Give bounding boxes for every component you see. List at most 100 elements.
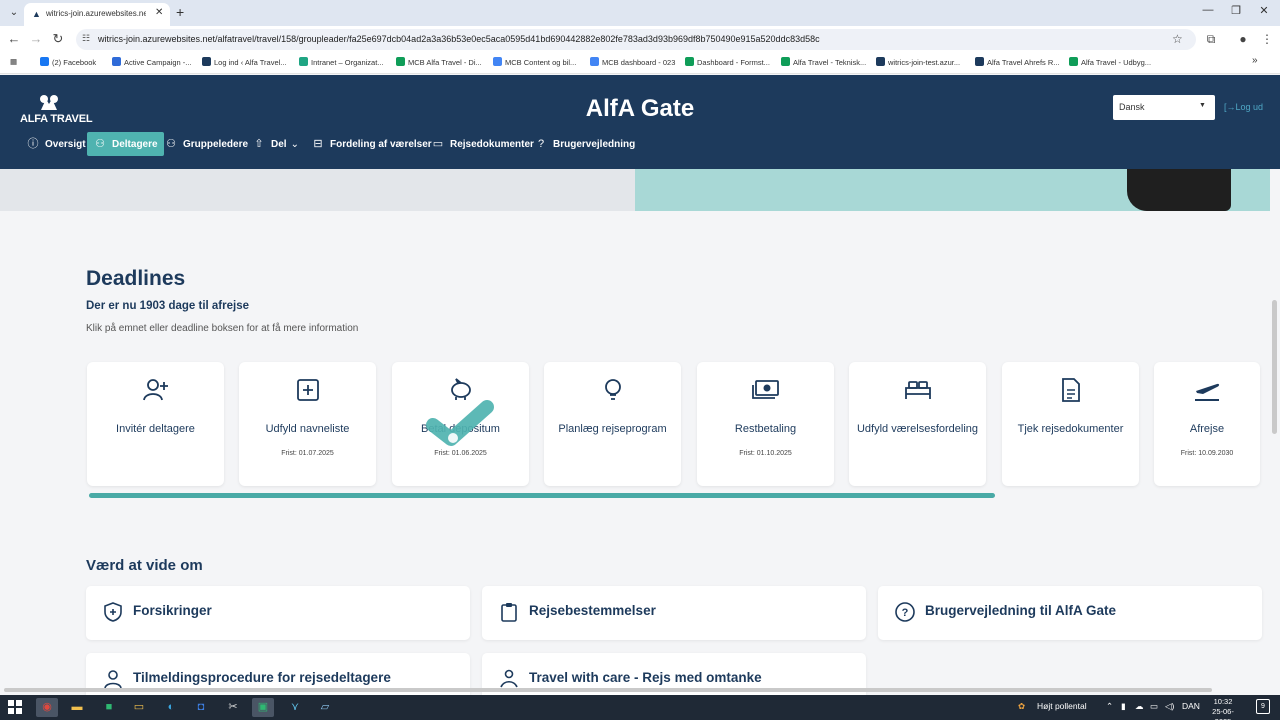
app-green-icon[interactable]: ■ — [98, 698, 120, 717]
outlook-app-icon[interactable]: ◘ — [190, 698, 212, 717]
chrome-app-icon[interactable]: ◉ — [36, 698, 58, 717]
bookmark-item[interactable]: Alfa Travel - Udbyg... — [1069, 57, 1151, 67]
extensions-icon[interactable]: ⧉ — [1203, 32, 1219, 46]
snipping-app-icon[interactable]: ✂ — [222, 698, 244, 717]
deadline-date: Frist: 01.06.2025 — [434, 450, 487, 457]
browser-menu-icon[interactable]: ⋮ — [1259, 32, 1275, 46]
bookmark-favicon-icon — [876, 57, 885, 66]
share-icon: ⇧ — [254, 138, 264, 150]
restore-icon[interactable]: ❐ — [1226, 4, 1246, 17]
tray-expand-icon[interactable]: ⌃ — [1106, 701, 1113, 712]
nav-item-del[interactable]: ⇧ Del ⌄ — [252, 132, 299, 156]
excel-app-icon[interactable]: ▣ — [252, 698, 274, 717]
reload-icon[interactable]: ↻ — [50, 31, 66, 47]
bookmark-label: Alfa Travel Ahrefs R... — [987, 58, 1060, 67]
bookmark-favicon-icon — [299, 57, 308, 66]
deadline-card[interactable]: Afrejse Frist: 10.09.2030 — [1154, 362, 1260, 486]
forward-arrow-icon[interactable]: → — [28, 31, 44, 47]
bookmark-item[interactable]: Alfa Travel - Teknisk... — [781, 57, 866, 67]
bookmark-item[interactable]: Intranet – Organizat... — [299, 57, 384, 67]
bookmark-item[interactable]: (2) Facebook — [40, 57, 96, 67]
bookmark-label: Dashboard - Formst... — [697, 58, 770, 67]
profile-avatar-icon[interactable]: ● — [1235, 32, 1251, 46]
info-card-label: Forsikringer — [133, 603, 212, 618]
nav-item-rejsedokumenter[interactable]: ▭ Rejsedokumenter — [431, 132, 534, 156]
address-bar[interactable]: ☷ witrics-join.azurewebsites.net/alfatra… — [76, 29, 1196, 50]
url-text: witrics-join.azurewebsites.net/alfatrave… — [98, 34, 820, 44]
bookmark-item[interactable]: MCB Alfa Travel - Di... — [396, 57, 482, 67]
deadline-card[interactable]: Planlæg rejseprogram — [544, 362, 681, 486]
care-icon — [500, 669, 518, 688]
bookmark-favicon-icon — [975, 57, 984, 66]
completed-check-icon — [426, 400, 494, 446]
deadline-card[interactable]: Tjek rejsedokumenter — [1002, 362, 1139, 486]
alfa-travel-logo[interactable]: ALFA TRAVEL — [20, 94, 93, 128]
bookmark-item[interactable]: Log ind ‹ Alfa Travel... — [202, 57, 287, 67]
bookmark-item[interactable]: Dashboard - Formst... — [685, 57, 770, 67]
nav-label: Del — [271, 139, 287, 150]
clock-time: 10:32 — [1213, 697, 1233, 706]
file-explorer-icon[interactable]: ▬ — [66, 698, 88, 717]
bookmark-item[interactable]: witrics-join-test.azur... — [876, 57, 960, 67]
bookmark-star-icon[interactable]: ☆ — [1172, 32, 1183, 46]
horizontal-scrollbar[interactable] — [4, 688, 1212, 692]
nav-item-oversigt[interactable]: ⓘ Oversigt — [26, 132, 86, 156]
nav-item-deltagere[interactable]: ⚇ Deltagere — [87, 132, 164, 156]
remote-desktop-icon[interactable]: ▱ — [314, 698, 336, 717]
language-value: Dansk — [1119, 102, 1145, 112]
edge-app-icon[interactable]: ◐ — [160, 698, 182, 717]
network-icon[interactable]: ▭ — [1150, 701, 1158, 712]
bookmark-label: (2) Facebook — [52, 58, 97, 67]
bookmark-item[interactable]: MCB dashboard - 023 — [590, 57, 675, 67]
site-info-icon[interactable]: ☷ — [82, 33, 90, 44]
bookmark-item[interactable]: MCB Content og bil... — [493, 57, 576, 67]
window-close-icon[interactable]: ✕ — [1254, 4, 1274, 17]
person-icon: ⚇ — [95, 138, 105, 150]
bookmark-item[interactable]: Active Campaign -... — [112, 57, 192, 67]
info-card-rejsebestemmelser[interactable]: Rejsebestemmelser — [482, 586, 866, 640]
system-clock[interactable]: 10:32 25-06-2025 — [1205, 697, 1241, 720]
input-language[interactable]: DAN — [1182, 701, 1200, 711]
new-tab-plus-icon[interactable]: + — [176, 4, 184, 20]
logout-link[interactable]: [→Log ud — [1224, 102, 1263, 112]
bookmark-item[interactable]: Alfa Travel Ahrefs R... — [975, 57, 1060, 67]
minimize-icon[interactable]: — — [1198, 4, 1218, 16]
nav-label: Fordeling af værelser — [330, 139, 432, 150]
browser-toolbar: ← → ↻ ☷ witrics-join.azurewebsites.net/a… — [0, 26, 1280, 52]
vertical-scrollbar[interactable] — [1272, 300, 1277, 434]
more-bookmarks-icon[interactable]: » — [1252, 55, 1258, 66]
notification-badge[interactable]: 9 — [1256, 699, 1270, 714]
deadline-card[interactable]: Invitér deltagere — [87, 362, 224, 486]
folder-app-icon[interactable]: ▭ — [128, 698, 150, 717]
deadline-card-label: Invitér deltagere — [116, 422, 195, 435]
back-arrow-icon[interactable]: ← — [6, 31, 22, 47]
windows-start-icon[interactable] — [8, 700, 22, 714]
nav-item-brugervejledning[interactable]: ? Brugervejledning — [534, 132, 635, 156]
deadline-card[interactable]: Restbetaling Frist: 01.10.2025 — [697, 362, 834, 486]
tab-list-chevron-icon[interactable]: ⌄ — [6, 5, 22, 21]
nav-item-gruppeledere[interactable]: ⚇ Gruppeledere — [164, 132, 248, 156]
deadline-progress-bar[interactable] — [89, 493, 995, 498]
browser-tab[interactable]: ▲ witrics-join.azurewebsites.net/a ✕ — [24, 3, 170, 26]
deadline-card[interactable]: Udfyld navneliste Frist: 01.07.2025 — [239, 362, 376, 486]
deadline-card[interactable]: Udfyld værelsesfordeling — [849, 362, 986, 486]
person-add-icon: ⚇ — [166, 138, 176, 150]
usb-icon[interactable]: ▮ — [1121, 701, 1126, 712]
bookmark-label: Alfa Travel - Udbyg... — [1081, 58, 1152, 67]
person-add-icon — [87, 376, 224, 402]
info-card-label: Brugervejledning til AlfA Gate — [925, 603, 1117, 618]
vscode-app-icon[interactable]: ⋎ — [284, 698, 306, 717]
nav-item-fordeling[interactable]: ⊟ Fordeling af værelser — [311, 132, 432, 156]
weather-text[interactable]: Højt pollental — [1037, 701, 1087, 711]
apps-grid-icon[interactable]: ▦ — [10, 57, 17, 66]
info-circle-icon: ⓘ — [27, 138, 39, 150]
language-select[interactable]: Dansk ▼ — [1113, 95, 1215, 120]
bookmark-favicon-icon — [202, 57, 211, 66]
volume-icon[interactable]: ◁) — [1165, 701, 1174, 712]
info-card-brugervejledning[interactable]: ? Brugervejledning til AlfA Gate — [878, 586, 1262, 640]
browser-tabstrip: ⌄ ▲ witrics-join.azurewebsites.net/a ✕ +… — [0, 0, 1280, 26]
cloud-icon[interactable]: ☁ — [1135, 701, 1144, 712]
tab-close-icon[interactable]: ✕ — [155, 7, 163, 18]
info-card-forsikringer[interactable]: Forsikringer — [86, 586, 470, 640]
weather-icon: ✿ — [1018, 701, 1026, 711]
